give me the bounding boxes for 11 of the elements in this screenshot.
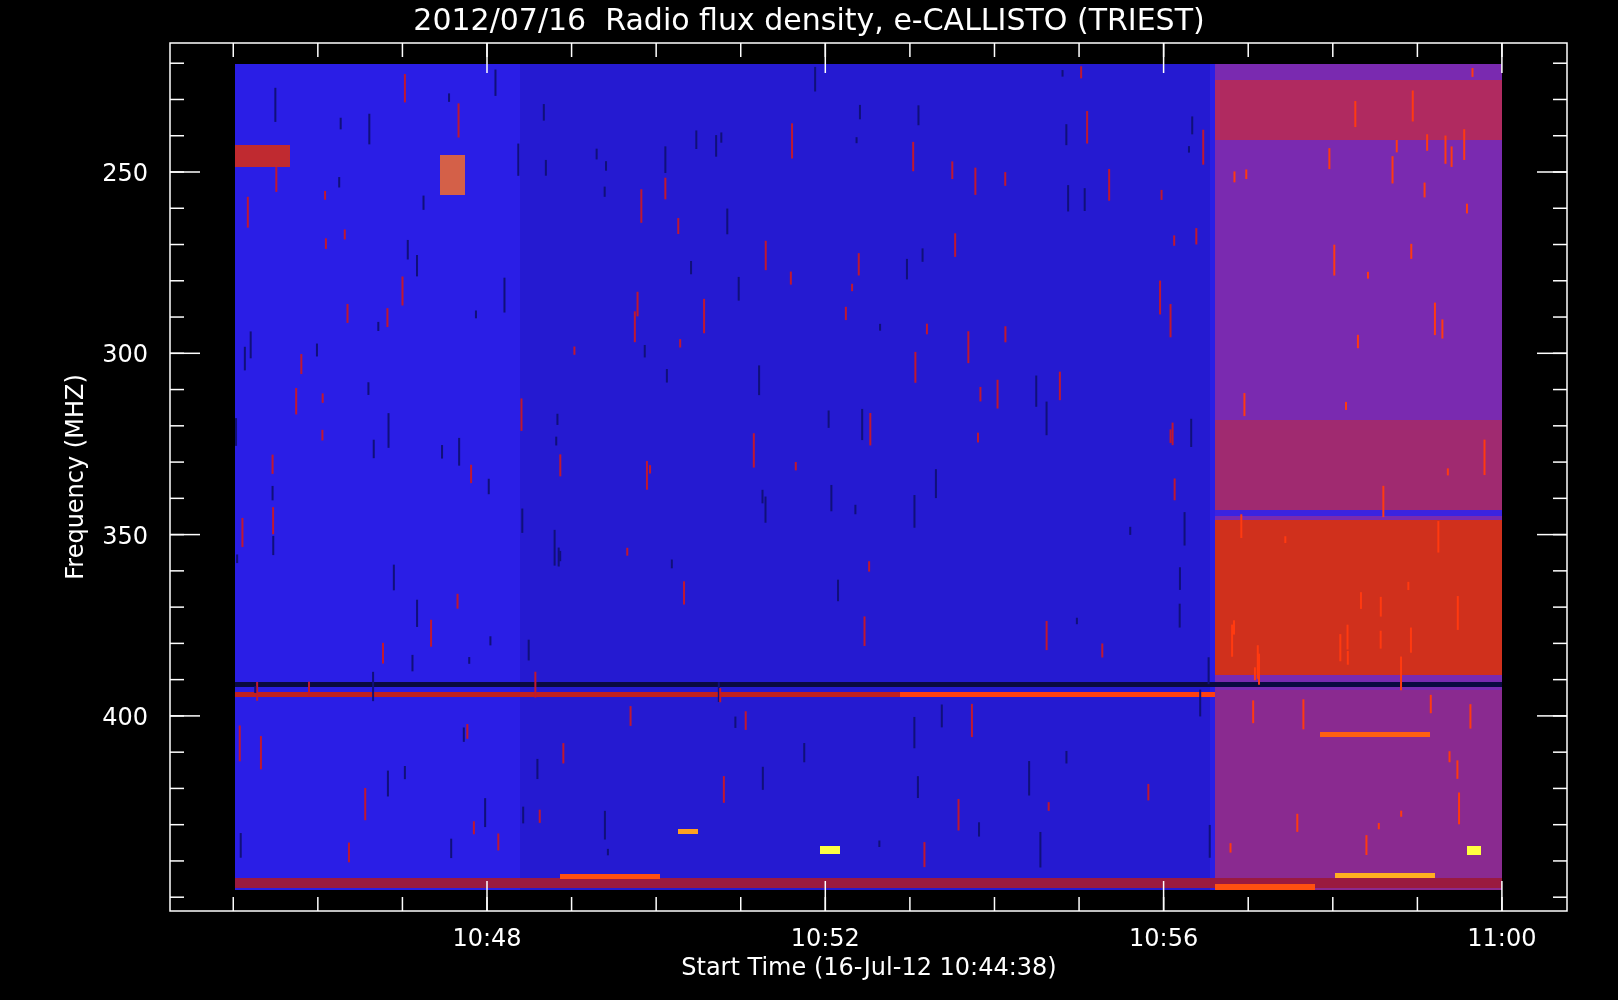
x-axis-label: Start Time (16-Jul-12 10:44:38) (681, 953, 1057, 981)
x-tick-label: 10:52 (790, 924, 860, 952)
y-tick-label: 400 (102, 702, 148, 731)
x-tick-label: 11:00 (1467, 924, 1537, 952)
x-tick-label: 10:48 (452, 924, 522, 952)
x-tick-label: 10:56 (1129, 924, 1199, 952)
y-tick-label: 250 (102, 159, 148, 187)
y-axis-label: Frequency (MHZ) (61, 374, 89, 580)
y-tick-label: 300 (102, 340, 148, 369)
chart-title: 2012/07/16 Radio flux density, e-CALLISTO (TRIEST) (413, 2, 1205, 37)
y-tick-label: 350 (102, 521, 148, 550)
